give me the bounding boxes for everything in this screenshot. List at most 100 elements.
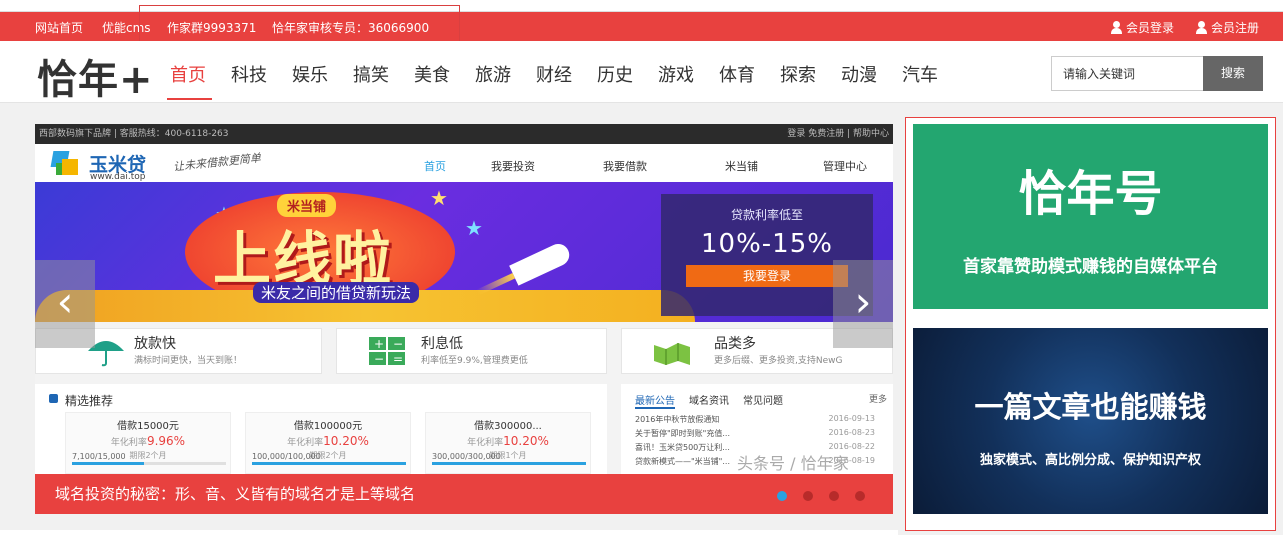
sidebar-ads: 恰年号 首家靠赞助模式赚钱的自媒体平台 一篇文章也能赚钱 独家模式、高比例分成、… [905,117,1276,531]
news-tab: 最新公告 [635,392,675,409]
loan-name: 借款15000元 [117,421,179,432]
ad1-title: 恰年号 [1018,166,1163,222]
site-header: 恰年+ 首页科技娱乐搞笑美食旅游财经历史游戏体育探索动漫汽车 搜索 [0,41,1283,103]
carousel-dot[interactable] [803,491,813,501]
corn-logo-icon [50,151,84,177]
slide-nav-item: 我要借款 [603,160,647,173]
feature-card: + − − = 利息低 利率低至9.9%,管理费更低 [336,328,607,374]
site-logo[interactable]: 恰年+ [37,47,154,105]
loan-progress-fill [432,462,586,465]
picks-title: 精选推荐 [65,394,114,408]
loan-rate-label: 年化利率 [110,438,147,448]
nav-item[interactable]: 汽车 [902,61,963,100]
svg-text:−: − [393,337,403,351]
nav-item[interactable]: 财经 [536,61,597,100]
loan-rate-row: 年化利率10.20% [246,434,410,448]
news-title: 2016年中秋节放假通知 [635,415,720,424]
carousel-dot[interactable] [777,491,787,501]
svg-text:=: = [393,352,403,366]
nav-item[interactable]: 搞笑 [353,61,414,100]
carousel: 西部数码旗下品牌 | 客服热线：400-6118-263 登录 免费注册 | 帮… [35,124,893,514]
slide-site-slogan: 让未来借款更简单 [172,151,262,174]
slide-site-topbar: 西部数码旗下品牌 | 客服热线：400-6118-263 登录 免费注册 | 帮… [35,124,893,144]
news-tab: 常见问题 [743,396,783,407]
rate-value: 10%-15% [701,229,833,259]
slide-site-url: www.dai.top [90,172,146,182]
register-label: 会员注册 [1211,21,1260,35]
loan-rate-row: 年化利率10.20% [426,434,590,448]
nav-item[interactable]: 历史 [597,61,658,100]
search-input[interactable] [1052,57,1202,90]
register-link[interactable]: 会员注册 [1196,19,1259,36]
news-tab: 域名资讯 [689,396,729,407]
loan-name: 借款100000元 [293,421,363,432]
slide-nav-item: 首页 [424,160,446,173]
search-button[interactable]: 搜索 [1203,56,1263,91]
page-bottom-strip [0,530,898,535]
feature-strip: 放款快 满标时间更快，当天到账！ + − − = 利息低 利率低至9.9%,管理费更低… [35,322,893,382]
loan-card: 借款300000... 年化利率10.20% 期限1个月 300,000/300,00… [425,412,591,474]
nav-item[interactable]: 游戏 [658,61,719,100]
loan-rate: 10.20% [503,434,549,448]
rocket-icon [509,240,573,286]
loan-card: 借款15000元 年化利率9.96% 期限2个月 7,100/15,000 [65,412,231,474]
loan-progress-bar [252,462,406,465]
picks-panel: 精选推荐 借款15000元 年化利率9.96% 期限2个月 7,100/15,000 借… [35,384,607,476]
news-date: 2016-09-13 [828,414,876,423]
star-icon: ★ [465,216,483,240]
login-label: 会员登录 [1126,21,1175,35]
shield-icon [49,394,58,403]
slide-nav-item: 管理中心 [823,160,867,173]
highlight-box [139,5,460,46]
feature-title: 品类多 [714,336,756,352]
news-date: 2016-08-23 [828,428,876,437]
loan-progress-fill [252,462,406,465]
loan-amount: 7,100/15,000 [72,452,126,461]
nav-item[interactable]: 科技 [231,61,292,100]
nav-item[interactable]: 首页 [167,61,231,100]
ad2-subtitle: 独家模式、高比例分成、保护知识产权 [979,453,1201,468]
slide-site-topbar-right: 登录 免费注册 | 帮助中心 [787,129,889,139]
nav-item[interactable]: 娱乐 [292,61,353,100]
loan-name: 借款300000... [474,421,542,432]
loan-card: 借款100000元 年化利率10.20% 期限2个月 100,000/100,000 [245,412,411,474]
watermark: 头条号 / 恰年家 [737,454,849,473]
home-link[interactable]: 网站首页 [35,19,83,36]
ad1-subtitle: 首家靠赞助模式赚钱的自媒体平台 [963,257,1218,277]
ad-banner-qianianhao[interactable]: 恰年号 首家靠赞助模式赚钱的自媒体平台 [913,124,1268,309]
feature-desc: 更多后缀、更多投资,支持NewG [714,356,843,366]
grid-icon [654,343,690,365]
star-icon: ★ [430,186,448,210]
loan-progress-bar [432,462,586,465]
loan-rate-label: 年化利率 [467,438,504,448]
slide-site-topbar-left: 西部数码旗下品牌 | 客服热线：400-6118-263 [39,129,229,139]
feature-desc: 满标时间更快，当天到账！ [134,356,243,366]
carousel-prev-button[interactable]: ‹ [35,260,95,348]
nav-item[interactable]: 体育 [719,61,780,100]
user-add-icon [1196,21,1207,34]
news-title: 喜讯！玉米贷500万让利... [635,443,730,452]
loan-rate-label: 年化利率 [287,438,324,448]
nav-item[interactable]: 美食 [414,61,475,100]
slide-hero-banner: ★ ★ ★ ★ ★ 米当铺 上线啦 米友之间的借贷新玩法 贷款利率低至 10%-… [35,182,893,322]
carousel-next-button[interactable]: › [833,260,893,348]
carousel-caption[interactable]: 域名投资的秘密：形、音、义皆有的域名才是上等域名 [35,474,893,514]
carousel-dot[interactable] [829,491,839,501]
calculator-icon: + −− = [369,337,405,366]
nav-item[interactable]: 动漫 [841,61,902,100]
feature-title: 放款快 [134,336,176,352]
news-more-link: 更多 [868,395,887,405]
ad-banner-earn[interactable]: 一篇文章也能赚钱 独家模式、高比例分成、保护知识产权 [913,328,1268,514]
loan-rate-row: 年化利率9.96% [66,434,230,448]
main-nav: 首页 科技 娱乐 搞笑 美食 旅游 财经 历史 游戏 体育 探索 动漫 汽车 [167,61,963,100]
login-link[interactable]: 会员登录 [1111,19,1174,36]
hero-subline: 米友之间的借贷新玩法 [253,282,420,303]
carousel-dot[interactable] [855,491,865,501]
loan-amount: 300,000/300,000 [432,452,501,461]
carousel-dots [777,491,865,501]
nav-item[interactable]: 旅游 [475,61,536,100]
news-title: 贷款新模式——"米当铺"... [635,457,730,466]
loan-rate: 10.20% [323,434,369,448]
feature-title: 利息低 [421,336,463,352]
nav-item[interactable]: 探索 [780,61,841,100]
